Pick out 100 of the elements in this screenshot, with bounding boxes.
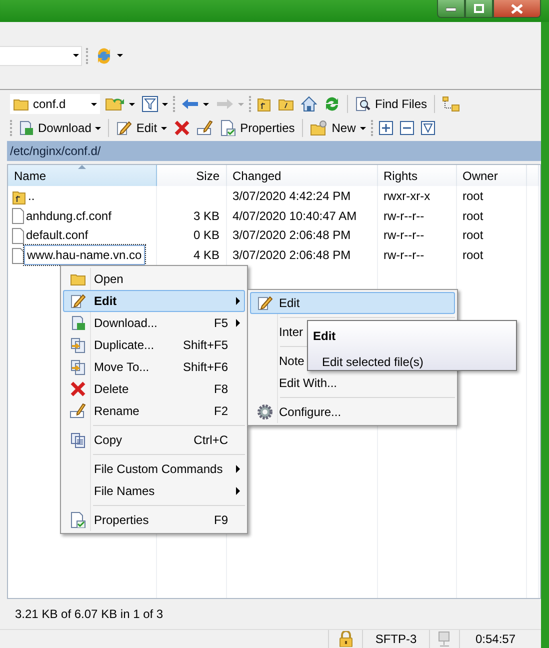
sort-arrow-icon <box>78 165 86 170</box>
folder-icon <box>70 272 86 286</box>
pencil-icon <box>70 293 86 309</box>
download-icon <box>18 120 34 136</box>
folder-tree-icon <box>442 96 460 112</box>
properties-icon <box>70 512 86 528</box>
plus-icon <box>378 121 393 136</box>
menu-item[interactable]: Delete F8 <box>63 378 245 400</box>
caret-icon <box>203 102 209 106</box>
caret-icon <box>91 102 97 106</box>
file-size: 4 KB <box>193 248 220 262</box>
find-files-button[interactable]: Find Files <box>353 94 430 114</box>
file-name[interactable]: www.hau-name.vn.co <box>24 244 145 265</box>
folder-slash-icon <box>278 97 294 112</box>
modified-date: 4/07/2020 10:40:47 AM <box>232 208 357 223</box>
pencil-icon <box>257 295 273 311</box>
download-icon <box>70 315 86 331</box>
close-button[interactable] <box>493 0 541 18</box>
caret-icon <box>129 102 135 106</box>
file-size: 0 KB <box>193 228 220 242</box>
file-icon <box>12 208 24 224</box>
file-size: 3 KB <box>193 208 220 223</box>
maximize-icon <box>474 4 484 13</box>
filter-down-icon <box>420 121 435 136</box>
pencil-icon <box>116 120 132 136</box>
permissions: rw-r--r-- <box>384 208 424 223</box>
menu-item[interactable]: Open <box>63 268 245 290</box>
file-name[interactable]: .. <box>26 186 37 205</box>
menu-item[interactable]: Properties F9 <box>63 509 245 531</box>
owner: root <box>462 248 484 262</box>
menu-item[interactable]: Edit With... <box>250 372 455 394</box>
move-icon <box>70 359 86 375</box>
minus-icon <box>400 121 414 136</box>
column-header[interactable]: Size <box>156 165 226 186</box>
open-folder-icon <box>105 96 125 112</box>
folder-icon <box>13 97 29 112</box>
rename-icon <box>70 403 86 419</box>
column-header[interactable]: Owner <box>456 165 526 186</box>
search-icon <box>355 96 371 112</box>
menu-item[interactable]: Duplicate... Shift+F5 <box>63 334 245 356</box>
menu-item[interactable]: Move To... Shift+F6 <box>63 356 245 378</box>
modified-date: 3/07/2020 2:06:48 PM <box>232 248 351 262</box>
filter-button[interactable] <box>140 95 170 114</box>
menu-item[interactable]: Rename F2 <box>63 400 245 422</box>
owner: root <box>462 228 484 242</box>
menu-item[interactable]: Configure... <box>250 401 455 423</box>
file-icon <box>12 228 24 244</box>
properties-icon <box>220 120 236 136</box>
permissions: rw-r--r-- <box>384 248 424 262</box>
column-header[interactable]: Name <box>8 165 156 186</box>
permissions: rw-r--r-- <box>384 228 424 242</box>
rename-icon <box>197 120 214 136</box>
delete-icon <box>70 381 86 397</box>
parent-folder-icon <box>12 188 26 205</box>
close-icon <box>511 4 523 14</box>
menu-item[interactable]: Edit <box>250 292 455 314</box>
filter-icon <box>142 96 158 112</box>
menu-item[interactable]: Edit <box>63 290 245 312</box>
caret-icon <box>162 102 168 106</box>
owner: root <box>462 188 484 203</box>
caret-icon <box>238 102 244 106</box>
caret-icon <box>117 54 123 58</box>
back-arrow-icon <box>181 98 199 110</box>
properties-button[interactable]: Properties <box>218 118 297 138</box>
unselect-button[interactable] <box>398 120 416 136</box>
owner: root <box>462 208 484 223</box>
delete-icon <box>174 120 190 136</box>
new-folder-icon <box>310 120 328 136</box>
copy-icon <box>70 432 86 448</box>
home-button[interactable] <box>299 95 319 114</box>
modified-date: 3/07/2020 4:42:24 PM <box>232 188 351 203</box>
folder-up-icon <box>257 96 271 112</box>
modified-date: 3/07/2020 2:06:48 PM <box>232 228 351 242</box>
download-button[interactable]: Download <box>16 118 104 138</box>
tree-button[interactable] <box>440 95 462 114</box>
protocol-label: SFTP-3 <box>362 630 429 648</box>
select-all-button[interactable] <box>418 120 437 136</box>
select-button[interactable] <box>376 120 395 136</box>
menu-item[interactable]: Download... F5 <box>63 312 245 334</box>
edit-button[interactable]: Edit <box>114 118 170 138</box>
minimize-icon <box>446 6 456 12</box>
file-name[interactable]: default.conf <box>24 226 90 244</box>
column-header[interactable]: Rights <box>377 165 456 186</box>
file-name[interactable]: anhdung.cf.conf <box>24 206 114 225</box>
tooltip-text: Edit selected file(s) <box>321 354 424 371</box>
minimize-button[interactable] <box>437 0 465 18</box>
lock-icon <box>338 631 352 647</box>
file-icon <box>12 248 24 264</box>
menu-item[interactable]: File Names <box>63 480 245 502</box>
new-button[interactable]: New <box>308 118 368 138</box>
globe-sync-icon <box>95 46 113 65</box>
caret-icon <box>73 54 79 58</box>
menu-item[interactable]: File Custom Commands <box>63 458 245 480</box>
home-icon <box>301 96 317 112</box>
rename-button[interactable] <box>195 119 216 138</box>
menu-item[interactable]: Copy Ctrl+C <box>63 429 245 451</box>
directory-combo[interactable]: conf.d <box>10 94 100 114</box>
status-text: 3.21 KB of 6.07 KB in 1 of 3 <box>14 606 164 623</box>
maximize-button[interactable] <box>465 0 493 18</box>
column-header[interactable]: Changed <box>226 165 377 186</box>
